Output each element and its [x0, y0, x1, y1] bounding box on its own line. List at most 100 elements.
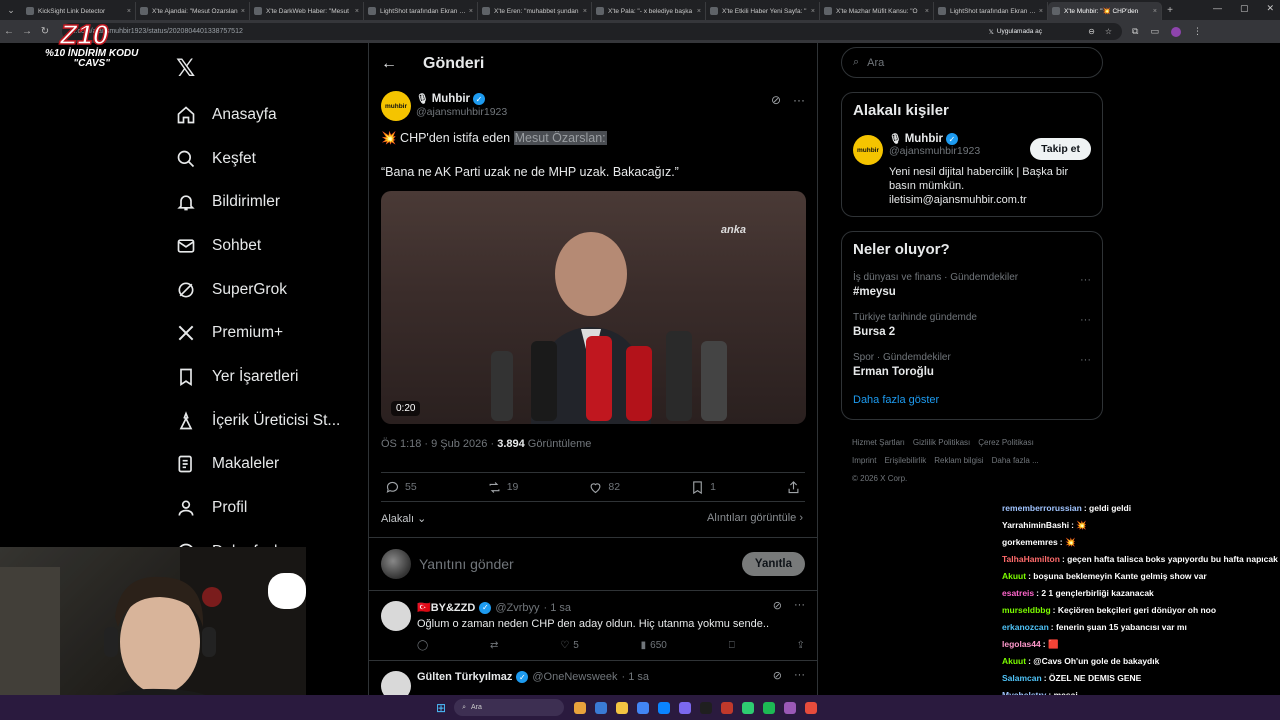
more-options-icon[interactable]: ··· [1080, 274, 1091, 286]
chat-username[interactable]: Akuut [1002, 656, 1026, 666]
browser-tab[interactable]: X'te DarkWeb Haber: "Mesut × [250, 2, 364, 20]
like-button[interactable]: ♡ 5 [560, 640, 579, 651]
chat-username[interactable]: erkanozcan [1002, 622, 1049, 632]
grok-icon[interactable]: ⊘ [773, 669, 782, 682]
x-logo-icon[interactable]: 𝕏 [176, 54, 195, 83]
grok-icon[interactable]: ⊘ [771, 93, 781, 107]
post-time[interactable]: ÖS 1:18 · 9 Şub 2026 · [381, 438, 494, 450]
new-tab-button[interactable]: + [1162, 5, 1178, 16]
like-button[interactable]: 82 [588, 480, 620, 495]
taskbar-app-icon[interactable] [595, 701, 608, 714]
kebab-menu-icon[interactable]: ⋮ [1193, 26, 1202, 37]
tab-close-icon[interactable]: × [241, 8, 245, 15]
chat-username[interactable]: Salamcan [1002, 673, 1042, 683]
sidebar-item-8[interactable]: İçerik Üreticisi St... [174, 399, 340, 443]
share-button[interactable]: ⇪ [797, 640, 805, 651]
show-more-link[interactable]: Daha fazla göster [853, 394, 1091, 406]
grok-icon[interactable]: ⊘ [773, 599, 782, 612]
sidebar-item-4[interactable]: Sohbet [174, 224, 340, 268]
sidebar-item-7[interactable]: Yer İşaretleri [174, 355, 340, 399]
footer-link[interactable]: Çerez Politikası [978, 438, 1034, 447]
extensions-icon[interactable]: ⧉ [1132, 26, 1138, 37]
star-icon[interactable]: ☆ [1105, 27, 1112, 36]
tab-close-icon[interactable]: × [1153, 8, 1157, 15]
more-options-icon[interactable]: ··· [794, 599, 805, 612]
back-nav-icon[interactable]: ← [0, 26, 18, 37]
repost-button[interactable]: ⇄ [490, 640, 498, 651]
windows-start-icon[interactable]: ⊞ [436, 701, 446, 715]
post-video[interactable]: anka 0:20 [381, 191, 806, 424]
taskbar-app-icon[interactable] [658, 701, 671, 714]
back-arrow-icon[interactable]: ← [381, 55, 411, 73]
taskbar-app-icon[interactable] [805, 701, 818, 714]
footer-link[interactable]: Erişilebilirlik [884, 456, 926, 465]
related-user-name[interactable]: Muhbir [905, 133, 943, 145]
trend-item[interactable]: Türkiye tarihinde gündemde Bursa 2 ··· [853, 312, 1091, 338]
taskbar-app-icon[interactable] [700, 701, 713, 714]
reply-button[interactable]: 55 [385, 480, 417, 495]
maximize-icon[interactable]: ▢ [1240, 3, 1249, 14]
zoom-icon[interactable]: ⊖ [1088, 27, 1095, 36]
chat-username[interactable]: Akuut [1002, 571, 1026, 581]
close-window-icon[interactable]: ✕ [1266, 3, 1274, 14]
tab-close-icon[interactable]: × [811, 8, 815, 15]
tab-close-icon[interactable]: × [127, 8, 131, 15]
tab-close-icon[interactable]: × [583, 8, 587, 15]
browser-tab[interactable]: X'te Eren: "muhabbet şundan × [478, 2, 592, 20]
chat-username[interactable]: TalhaHamilton [1002, 554, 1060, 564]
sidebar-item-5[interactable]: SuperGrok [174, 268, 340, 312]
follow-button[interactable]: Takip et [1030, 138, 1091, 160]
chat-username[interactable]: rememberrorussian [1002, 503, 1082, 513]
url-input[interactable]: x.com/ajansmuhbir1923/status/20208044013… [62, 23, 1122, 40]
reload-icon[interactable]: ↻ [36, 26, 54, 37]
sort-dropdown[interactable]: Alakalı ⌄ [381, 512, 426, 525]
bookmark-button[interactable]: ⎕ [729, 640, 735, 651]
browser-tab[interactable]: LightShot tarafından Ekran Gö × [934, 2, 1048, 20]
reply-submit-button[interactable]: Yanıtla [741, 552, 805, 576]
footer-link[interactable]: © 2026 X Corp. [852, 474, 907, 483]
browser-tab[interactable]: LightShot tarafından Ekran Gö × [364, 2, 478, 20]
trend-item[interactable]: İş dünyası ve finans · Gündemdekiler #mey… [853, 272, 1091, 298]
browser-tab[interactable]: X'te Mazhar Müfit Kansu: "Ö × [820, 2, 934, 20]
reply-input[interactable]: Yanıtını gönder [419, 556, 742, 572]
sidebar-item-1[interactable]: Anasayfa [174, 93, 340, 137]
footer-link[interactable]: Hizmet Şartları [852, 438, 905, 447]
reply-author-handle[interactable]: @OneNewsweek [532, 671, 617, 683]
chat-username[interactable]: gorkememres [1002, 537, 1058, 547]
taskbar-search-input[interactable]: ⌕ Ara [454, 699, 565, 716]
browser-tab[interactable]: X'te Muhbir: "💥 CHP'den × [1048, 2, 1162, 20]
tab-search-icon[interactable]: ⌄ [0, 0, 22, 20]
taskbar-app-icon[interactable] [637, 701, 650, 714]
bookmark-button[interactable]: 1 [690, 480, 716, 495]
taskbar-app-icon[interactable] [679, 701, 692, 714]
view-quotes-link[interactable]: Alıntıları görüntüle › [707, 512, 803, 525]
taskbar-app-icon[interactable] [784, 701, 797, 714]
repost-button[interactable]: 19 [487, 480, 518, 495]
reply-author-name[interactable]: 🇹🇷BY&ZZD [417, 601, 475, 614]
footer-link[interactable]: Gizlilik Politikası [913, 438, 970, 447]
minimize-icon[interactable]: — [1213, 3, 1222, 14]
taskbar-app-icon[interactable] [721, 701, 734, 714]
footer-link[interactable]: Imprint [852, 456, 876, 465]
related-user[interactable]: muhbir 🎙 Muhbir ✓ @ajansmuhbir1923 Takip e… [853, 133, 1091, 207]
trend-item[interactable]: Spor · Gündemdekiler Erman Toroğlu ··· [853, 352, 1091, 378]
sidebar-item-9[interactable]: Makaleler [174, 443, 340, 487]
reply-button[interactable]: ◯ [417, 640, 428, 651]
chat-username[interactable]: YarrahiminBashi [1002, 520, 1069, 530]
my-avatar[interactable] [381, 549, 411, 579]
sidebar-item-3[interactable]: Bildirimler [174, 180, 340, 224]
tab-close-icon[interactable]: × [697, 8, 701, 15]
chat-username[interactable]: murseldbbg [1002, 605, 1051, 615]
author-handle[interactable]: @ajansmuhbir1923 [416, 106, 805, 118]
more-options-icon[interactable]: ··· [1080, 314, 1091, 326]
search-input[interactable]: ⌕ Ara [841, 47, 1103, 78]
taskbar-app-icon[interactable] [574, 701, 587, 714]
tab-close-icon[interactable]: × [469, 8, 473, 15]
forward-nav-icon[interactable]: → [18, 26, 36, 37]
footer-link[interactable]: Reklam bilgisi [934, 456, 983, 465]
taskbar-app-icon[interactable] [742, 701, 755, 714]
sidebar-item-10[interactable]: Profil [174, 486, 340, 530]
taskbar-app-icon[interactable] [763, 701, 776, 714]
browser-profile-avatar[interactable] [1170, 26, 1181, 37]
footer-link[interactable]: Daha fazla ... [992, 456, 1039, 465]
